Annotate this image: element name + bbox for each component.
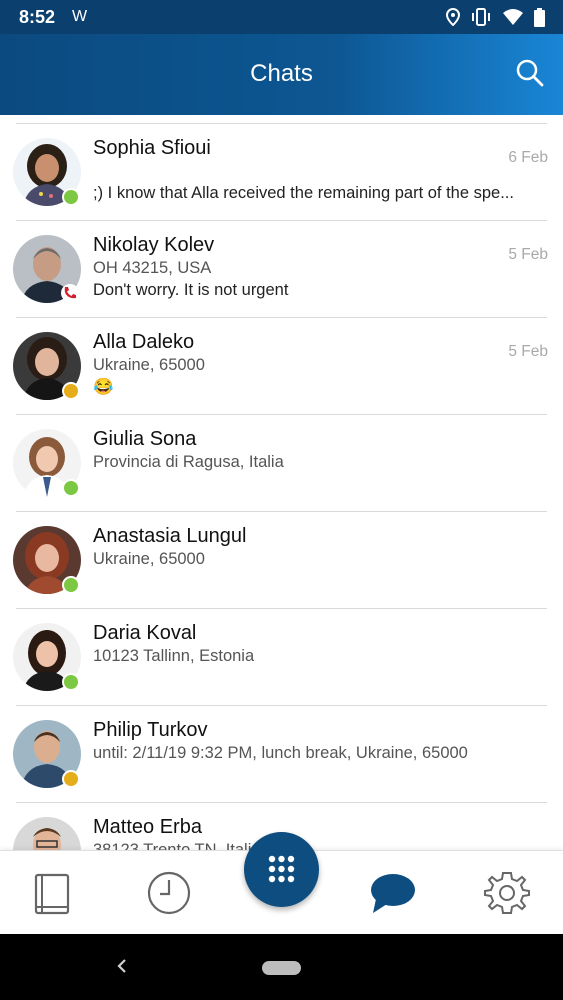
contact-name: Sophia Sfioui	[93, 137, 211, 159]
dialpad-icon	[268, 855, 295, 883]
chat-row-sophia-sfioui[interactable]: Sophia Sfioui 6 Feb ;) I know that Alla …	[0, 124, 563, 221]
message-preview: Don't worry. It is not urgent	[93, 281, 289, 299]
dialpad-button[interactable]	[244, 832, 319, 907]
carrier-icon: W	[72, 8, 88, 25]
chat-row-giulia-sona[interactable]: Giulia Sona Provincia di Ragusa, Italia	[0, 415, 563, 512]
message-preview: ;) I know that Alla received the remaini…	[93, 184, 514, 202]
home-pill-button[interactable]	[262, 961, 301, 975]
message-date: 5 Feb	[508, 343, 548, 360]
status-time: 8:52	[19, 7, 56, 27]
message-preview: 😂	[93, 378, 114, 396]
wifi-icon	[503, 9, 523, 25]
presence-away-indicator	[62, 382, 80, 400]
contact-location: 38123 Trento TN, Italia	[93, 841, 261, 850]
battery-icon	[534, 7, 545, 27]
nav-contacts-button[interactable]	[28, 869, 76, 917]
chat-row-alla-daleko[interactable]: Alla Daleko 5 Feb Ukraine, 65000 😂	[0, 318, 563, 415]
chat-row-nikolay-kolev[interactable]: Nikolay Kolev 5 Feb OH 43215, USA Don't …	[0, 221, 563, 318]
location-icon	[446, 8, 460, 26]
phone-icon	[64, 287, 76, 299]
presence-away-indicator	[62, 770, 80, 788]
search-button[interactable]	[515, 58, 545, 88]
status-bar: 8:52 W	[0, 0, 563, 34]
avatar	[13, 817, 81, 850]
presence-online-indicator	[62, 479, 80, 497]
contact-name: Anastasia Lungul	[93, 525, 247, 547]
nav-history-button[interactable]	[145, 869, 193, 917]
contact-location: Ukraine, 65000	[93, 550, 205, 568]
app-bar: Chats	[0, 34, 563, 115]
contact-location: Ukraine, 65000	[93, 356, 205, 374]
contact-name: Nikolay Kolev	[93, 234, 215, 256]
nav-settings-button[interactable]	[483, 869, 531, 917]
contact-name: Philip Turkov	[93, 719, 208, 741]
contacts-book-icon	[34, 873, 70, 915]
contact-status: until: 2/11/19 9:32 PM, lunch break, Ukr…	[93, 744, 468, 762]
chat-row-daria-koval[interactable]: Daria Koval 10123 Tallinn, Estonia	[0, 609, 563, 706]
chat-list[interactable]: Sophia Sfioui 6 Feb ;) I know that Alla …	[0, 115, 563, 850]
chat-row-anastasia-lungul[interactable]: Anastasia Lungul Ukraine, 65000	[0, 512, 563, 609]
contact-name: Daria Koval	[93, 622, 197, 644]
chat-bubble-icon	[371, 874, 415, 913]
system-nav-bar	[0, 934, 563, 1000]
back-button[interactable]	[112, 954, 132, 978]
settings-gear-icon	[484, 872, 530, 914]
back-chevron-icon	[117, 959, 126, 973]
presence-online-indicator	[62, 188, 80, 206]
nav-chats-button[interactable]	[369, 869, 417, 917]
presence-online-indicator	[62, 673, 80, 691]
contact-name: Alla Daleko	[93, 331, 195, 353]
message-date: 5 Feb	[508, 246, 548, 263]
page-title: Chats	[250, 60, 313, 87]
contact-name: Giulia Sona	[93, 428, 197, 450]
presence-online-indicator	[62, 576, 80, 594]
chat-row-philip-turkov[interactable]: Philip Turkov until: 2/11/19 9:32 PM, lu…	[0, 706, 563, 803]
message-date: 6 Feb	[508, 149, 548, 166]
contact-location: OH 43215, USA	[93, 259, 212, 277]
history-clock-icon	[147, 871, 191, 915]
contact-location: 10123 Tallinn, Estonia	[93, 647, 255, 665]
on-call-indicator	[61, 284, 79, 302]
search-icon	[516, 59, 544, 87]
status-icons	[446, 6, 545, 28]
contact-location: Provincia di Ragusa, Italia	[93, 453, 284, 471]
contact-name: Matteo Erba	[93, 816, 202, 838]
vibrate-icon	[472, 8, 490, 26]
